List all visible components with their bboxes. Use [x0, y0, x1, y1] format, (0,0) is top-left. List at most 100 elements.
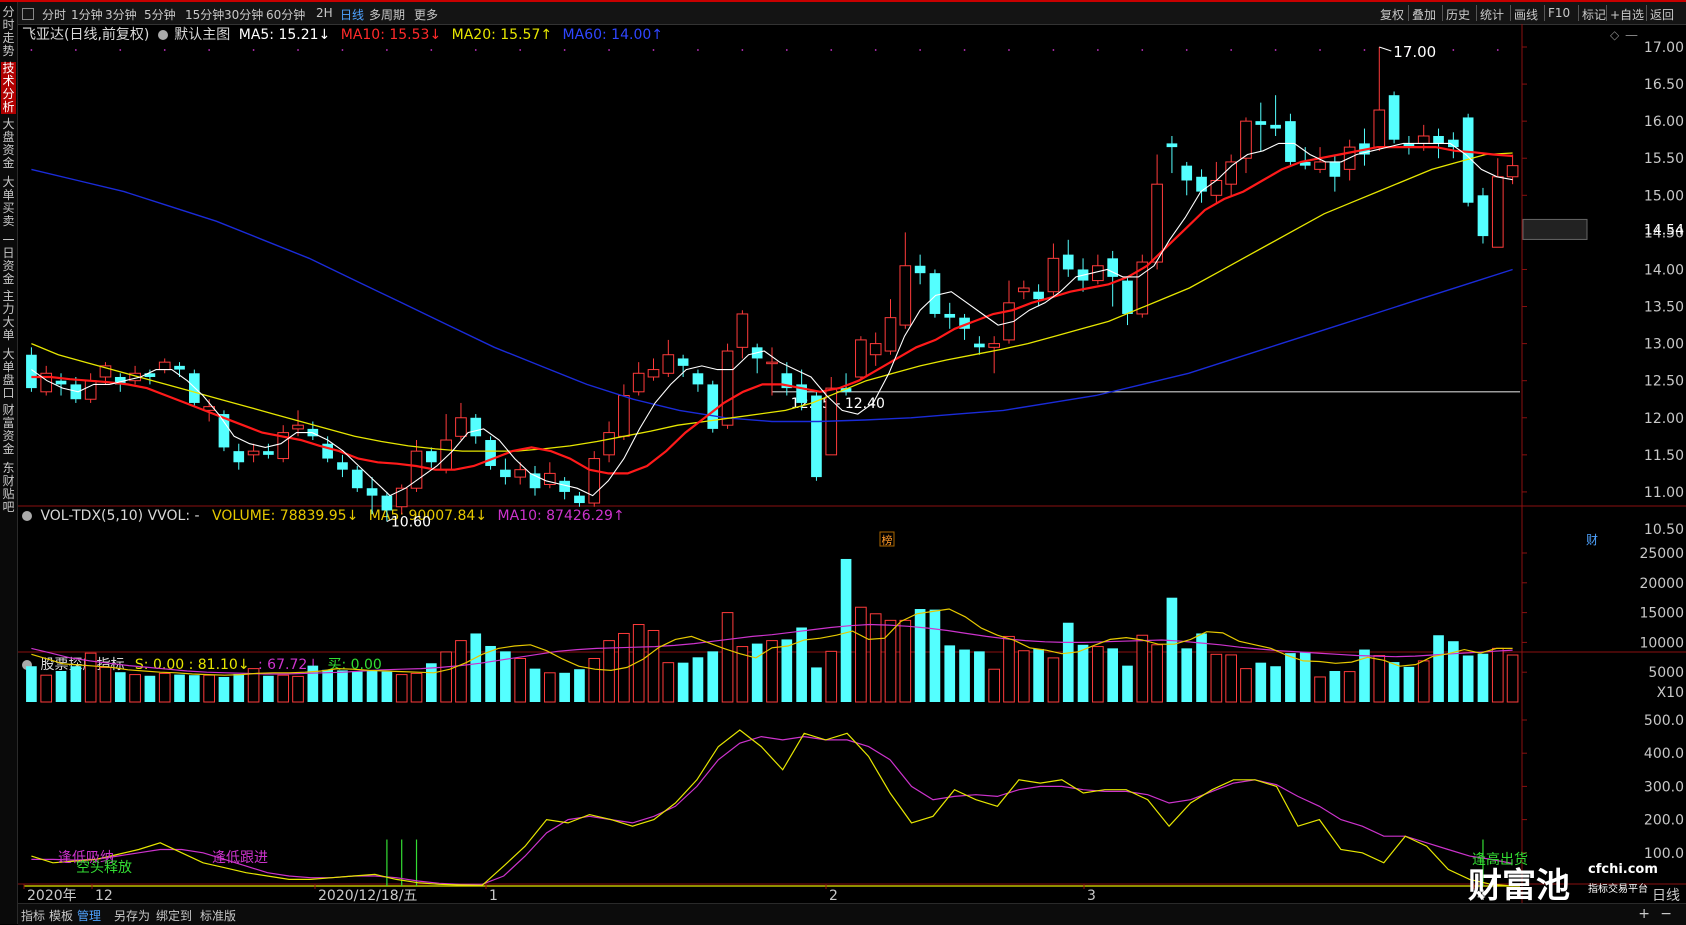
date-tick-label: 2020/12/18/五 [318, 888, 417, 904]
candle-body-down [1329, 161, 1341, 177]
candle-body-down [692, 373, 704, 385]
volume-bar-down [1122, 665, 1133, 702]
top-dot-mark [1274, 49, 1277, 51]
volume-bar-up [869, 613, 882, 703]
bottom-tab-4[interactable]: 绑定到 [156, 907, 192, 924]
high-pointer [1379, 46, 1392, 52]
zoom-out-icon[interactable]: − [1660, 906, 1672, 922]
volume-bar-down [974, 651, 985, 702]
candle-body-up [1491, 176, 1504, 248]
volume-bar-up [129, 674, 141, 703]
candle-body-down [811, 395, 822, 478]
zoom-in-icon[interactable]: + [1638, 906, 1650, 922]
volume-bar-down [811, 667, 822, 702]
volume-bar-down [1433, 635, 1444, 702]
candle-body-up [603, 432, 615, 456]
volume-bar-down [55, 671, 67, 702]
indicator-tick-label: 400.0 [1644, 746, 1684, 762]
volume-bar-up [855, 606, 867, 703]
candle-body-down [263, 451, 274, 455]
top-dot-mark [874, 49, 877, 51]
candle-body-down [174, 365, 185, 370]
candle-body-up [766, 361, 778, 365]
candle-body-up [1225, 161, 1238, 185]
candle-body-up [721, 350, 734, 426]
top-dot-mark [1008, 49, 1010, 51]
top-dot-mark [563, 49, 566, 51]
top-dot-mark [919, 49, 922, 51]
period-label: 日线 [1652, 888, 1680, 904]
volume-bar-down [1255, 662, 1267, 702]
price-tick-label: 15.50 [1644, 151, 1684, 167]
volume-bar-up [1314, 676, 1326, 703]
candle-body-down [1255, 121, 1267, 125]
date-tick-label: 3 [1087, 888, 1096, 904]
volume-bar-down [692, 657, 704, 702]
candle-body-down [1166, 143, 1178, 148]
candle-body-down [974, 343, 985, 348]
price-tick-label: 12.50 [1644, 374, 1684, 390]
top-dot-mark [1141, 49, 1144, 51]
candle-body-up [618, 395, 630, 437]
top-dot-mark [1496, 49, 1499, 51]
top-dot-mark [252, 49, 255, 51]
volume-unit-label: X10 [1657, 685, 1684, 701]
volume-bar-up [588, 657, 601, 703]
candle-body-down [1196, 176, 1207, 192]
volume-bar-up [825, 650, 838, 703]
kline-chart[interactable]: 17.0016.5016.0015.5015.0014.5014.0013.50… [0, 0, 1686, 924]
top-dot-mark [1363, 49, 1366, 51]
event-marker-bang: 榜 [882, 533, 893, 547]
top-dot-mark [1185, 49, 1188, 51]
price-tick-label: 11.50 [1644, 448, 1684, 464]
volume-bar-up [1240, 668, 1252, 703]
volume-bar-up [203, 674, 215, 703]
indicator-tick-label: 300.0 [1644, 779, 1684, 795]
volume-bar-up [662, 662, 675, 703]
current-price-box [1522, 218, 1588, 240]
volume-bar-down [485, 645, 496, 702]
volume-bar-down [840, 558, 852, 702]
candle-body-down [1433, 135, 1444, 144]
bottom-tab-5[interactable]: 标准版 [200, 907, 236, 924]
price-tick-label: 16.00 [1644, 114, 1684, 130]
price-tick-label: 11.00 [1644, 485, 1684, 501]
candle-body-up [869, 343, 882, 356]
volume-bar-down [1062, 622, 1074, 702]
watermark-site: cfchi.com [1588, 862, 1658, 877]
bottom-tab-0[interactable]: 指标 [21, 907, 45, 924]
candle-body-up [514, 469, 527, 478]
candle-body-down [425, 451, 437, 463]
indicator-tick-label: 200.0 [1644, 813, 1684, 829]
candle-body-down [337, 462, 348, 470]
candle-body-down [366, 488, 378, 496]
candle-body-up [455, 417, 467, 437]
top-dot-mark [208, 49, 211, 51]
top-dot-mark [519, 49, 522, 51]
volume-bar-down [796, 627, 807, 702]
bottom-tab-1[interactable]: 模板 [49, 907, 73, 924]
candle-body-up [292, 424, 304, 430]
candle-body-down [1285, 121, 1296, 162]
volume-bar-up [721, 612, 734, 703]
candle-body-down [914, 265, 926, 274]
volume-bar-down [944, 645, 956, 702]
volume-bar-down [174, 674, 185, 702]
volume-bar-down [959, 649, 970, 702]
top-dot-mark [963, 49, 966, 51]
candle-body-up [440, 439, 452, 471]
bottom-tab-2[interactable]: 管理 [77, 907, 101, 924]
date-tick-label: 1 [489, 888, 498, 904]
candle-body-up [1373, 109, 1386, 148]
volume-bar-down [781, 639, 793, 702]
date-tick-label: 12 [95, 888, 113, 904]
candle-body-down [944, 313, 956, 318]
volume-bar-up [1092, 646, 1104, 703]
bottom-tab-3[interactable]: 另存为 [114, 907, 150, 924]
volume-bar-down [114, 672, 126, 702]
candle-body-down [500, 469, 511, 478]
volume-bar-down [1448, 641, 1459, 702]
volume-bar-up [455, 640, 467, 703]
volume-tick-label: 20000 [1639, 576, 1684, 592]
candle-body-down [233, 451, 245, 463]
